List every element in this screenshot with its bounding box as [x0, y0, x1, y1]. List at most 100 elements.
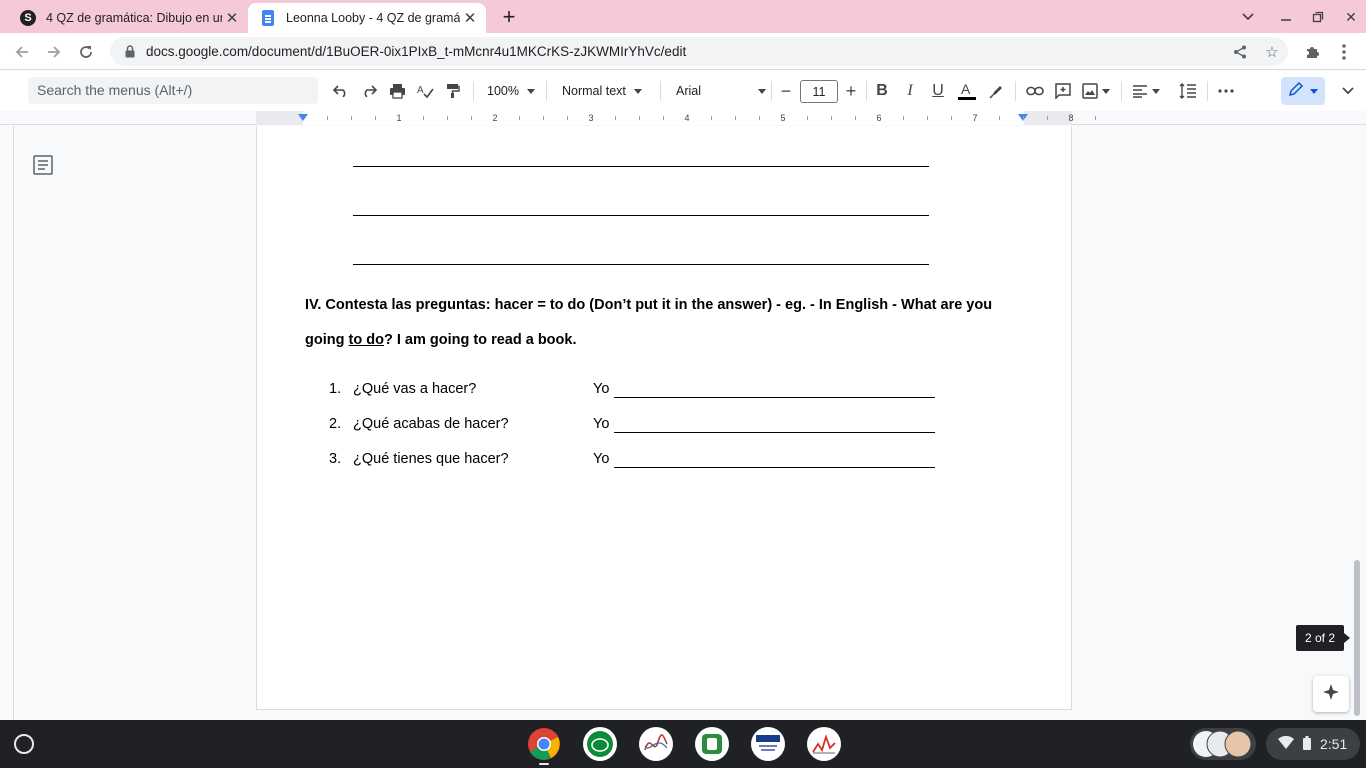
back-icon[interactable] — [9, 39, 35, 65]
ruler-tick — [735, 116, 736, 120]
decrease-font-size-button[interactable]: − — [776, 79, 796, 103]
paragraph-style-select[interactable]: Normal text — [562, 79, 652, 103]
question-text: ¿Qué tienes que hacer? — [353, 451, 509, 467]
extensions-icon[interactable] — [1299, 39, 1325, 65]
tab-strip: S 4 QZ de gramática: Dibujo en un ✕ Leon… — [0, 0, 1366, 33]
chevron-down-icon — [633, 88, 642, 94]
editing-mode-button[interactable] — [1281, 77, 1325, 105]
evernote-icon[interactable] — [695, 727, 729, 761]
ruler-number: 6 — [876, 113, 882, 123]
close-window-icon[interactable]: ✕ — [1340, 6, 1362, 28]
answer-prefix: Yo — [593, 381, 610, 397]
lock-icon[interactable] — [122, 44, 138, 60]
underlined-text: to do — [348, 332, 384, 348]
text-color-icon[interactable]: A — [955, 79, 979, 103]
ruler-tick — [543, 116, 544, 120]
menu-search-input[interactable]: Search the menus (Alt+/) — [28, 77, 318, 104]
left-indent-marker[interactable] — [298, 114, 308, 121]
collapse-menus-icon[interactable] — [1337, 79, 1359, 103]
ruler-tick — [519, 116, 520, 120]
chevron-down-icon — [1102, 88, 1110, 94]
spellcheck-icon[interactable]: A — [414, 79, 436, 103]
answer-line — [614, 397, 935, 398]
zoom-select[interactable]: 100% — [487, 79, 539, 103]
more-options-icon[interactable] — [1215, 79, 1237, 103]
horizontal-ruler[interactable]: 1 2 3 4 5 6 7 8 — [256, 111, 1096, 125]
toolbar-divider — [771, 81, 772, 101]
line-spacing-icon[interactable] — [1177, 79, 1199, 103]
holding-space-tray[interactable] — [1190, 728, 1256, 760]
add-comment-icon[interactable] — [1052, 79, 1074, 103]
ruler-number: 3 — [588, 113, 594, 123]
insert-image-icon[interactable] — [1080, 79, 1112, 103]
chrome-icon[interactable] — [527, 727, 561, 761]
browser-toolbar: docs.google.com/document/d/1BuOER-0ix1PI… — [0, 33, 1366, 70]
chevron-down-icon — [1310, 88, 1318, 94]
docs-icon — [260, 10, 276, 26]
blank-answer-line — [353, 264, 929, 265]
font-size-input[interactable]: 11 — [800, 80, 838, 103]
vertical-scrollbar[interactable] — [1354, 560, 1360, 716]
ruler-tick — [759, 116, 760, 120]
answer-line — [614, 432, 935, 433]
tab-search-icon[interactable] — [1237, 6, 1259, 28]
toolbar-divider — [660, 81, 661, 101]
ruler-tick — [951, 116, 952, 120]
increase-font-size-button[interactable]: + — [841, 79, 861, 103]
running-indicator — [539, 763, 549, 765]
highlight-color-icon[interactable] — [986, 79, 1008, 103]
ruler: 1 2 3 4 5 6 7 8 — [0, 111, 1366, 125]
explore-button[interactable] — [1313, 676, 1349, 712]
reload-icon[interactable] — [73, 39, 99, 65]
paragraph-style-value: Normal text — [562, 84, 626, 98]
ruler-tick — [831, 116, 832, 120]
zoom-value: 100% — [487, 84, 519, 98]
desmos-icon[interactable] — [639, 727, 673, 761]
question-text: ¿Qué acabas de hacer? — [353, 416, 509, 432]
undo-icon[interactable] — [330, 79, 352, 103]
docs-toolbar: Search the menus (Alt+/) A 100% Normal t… — [0, 71, 1366, 111]
wifi-icon — [1278, 735, 1294, 752]
align-icon[interactable] — [1130, 79, 1162, 103]
document-outline-icon[interactable] — [33, 155, 53, 175]
browser-menu-icon[interactable] — [1331, 39, 1357, 65]
tab-quiz[interactable]: S 4 QZ de gramática: Dibujo en un ✕ — [8, 3, 248, 33]
address-bar[interactable]: docs.google.com/document/d/1BuOER-0ix1PI… — [110, 37, 1288, 66]
restore-icon[interactable] — [1307, 6, 1329, 28]
chevron-down-icon — [526, 88, 535, 94]
underline-icon[interactable]: U — [927, 79, 949, 103]
toolbar-divider — [546, 81, 547, 101]
ruler-tick — [1047, 116, 1048, 120]
forward-icon[interactable] — [41, 39, 67, 65]
italic-icon[interactable]: I — [899, 79, 921, 103]
launcher-icon[interactable] — [14, 734, 34, 754]
chevron-down-icon — [1152, 88, 1160, 94]
redo-icon[interactable] — [358, 79, 380, 103]
status-tray[interactable]: 2:51 — [1266, 728, 1360, 760]
tab-document[interactable]: Leonna Looby - 4 QZ de gramátic ✕ — [248, 3, 486, 33]
paint-format-icon[interactable] — [442, 79, 464, 103]
battery-icon — [1303, 735, 1311, 753]
geogebra-icon[interactable] — [583, 727, 617, 761]
minimize-icon[interactable] — [1275, 6, 1297, 28]
pearson-icon[interactable] — [751, 727, 785, 761]
new-tab-button[interactable]: + — [497, 4, 521, 29]
ruler-number: 8 — [1068, 113, 1074, 123]
close-icon[interactable]: ✕ — [460, 8, 480, 28]
bold-icon[interactable]: B — [871, 79, 893, 103]
chart-app-icon[interactable] — [807, 727, 841, 761]
document-page[interactable]: IV. Contesta las preguntas: hacer = to d… — [256, 126, 1072, 710]
ruler-tick — [639, 116, 640, 120]
tab-title: Leonna Looby - 4 QZ de gramátic — [286, 11, 460, 25]
share-icon[interactable] — [1231, 43, 1249, 61]
bookmark-star-icon[interactable]: ☆ — [1263, 43, 1281, 61]
ruler-tick — [855, 116, 856, 120]
ruler-tick — [807, 116, 808, 120]
answer-prefix: Yo — [593, 416, 610, 432]
insert-link-icon[interactable] — [1024, 79, 1046, 103]
close-icon[interactable]: ✕ — [222, 8, 242, 28]
pencil-icon — [1288, 81, 1304, 102]
print-icon[interactable] — [386, 79, 408, 103]
font-select[interactable]: Arial — [676, 79, 766, 103]
ruler-tick — [471, 116, 472, 120]
